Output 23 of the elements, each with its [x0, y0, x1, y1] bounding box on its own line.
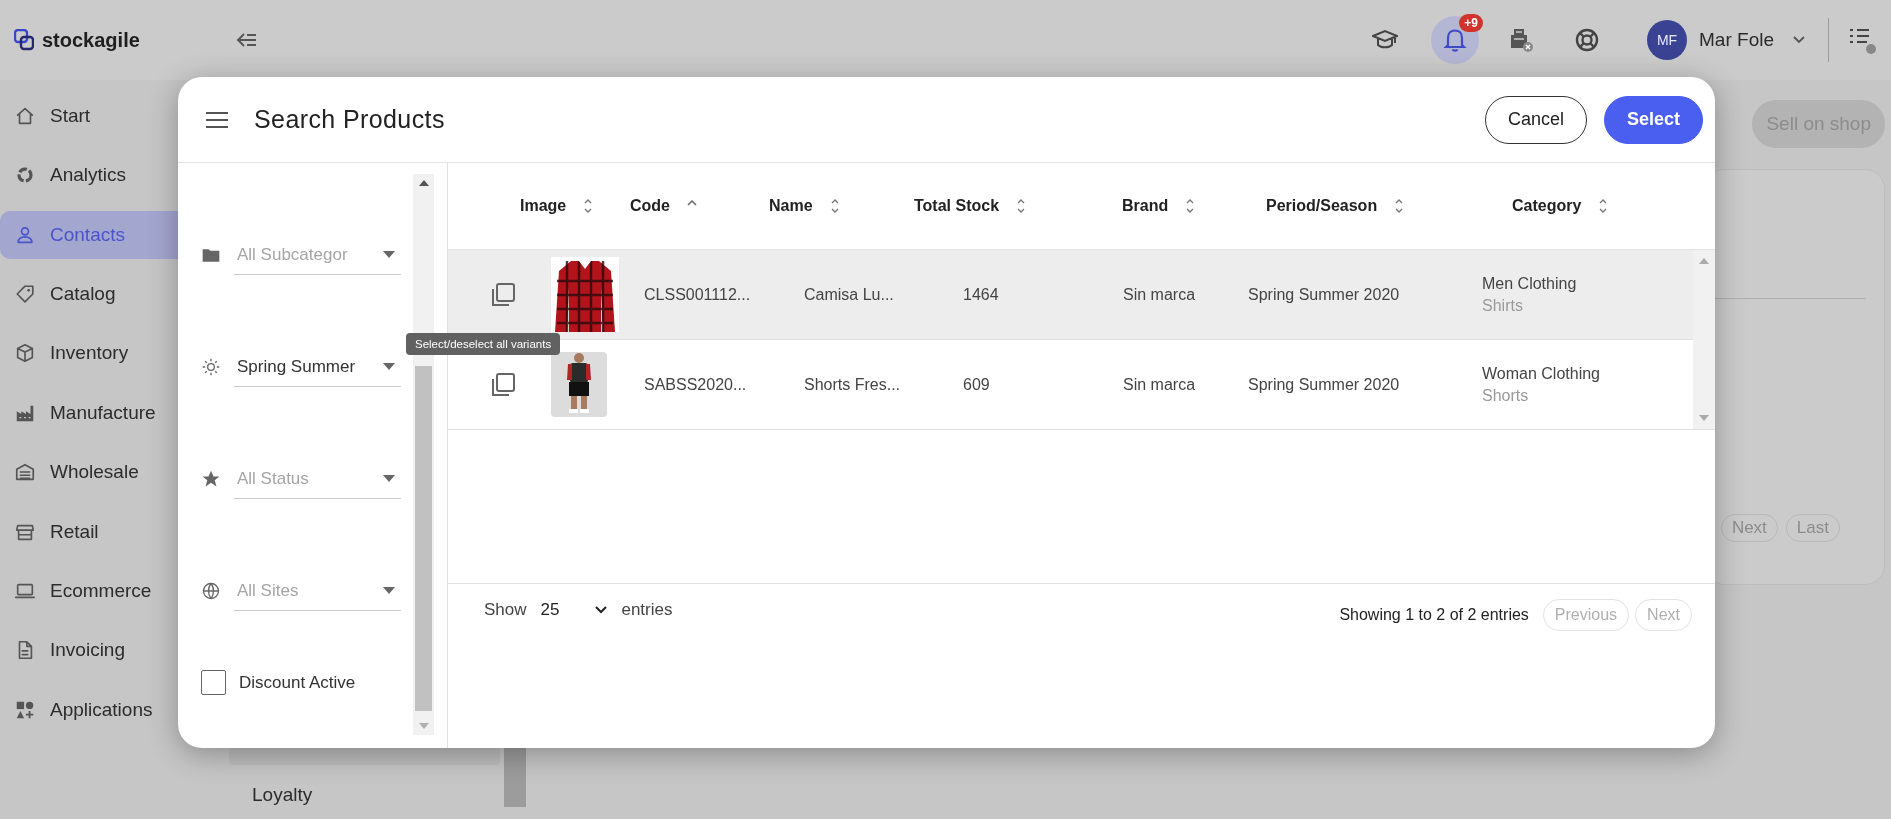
table-cell-text: Spring Summer 2020 [1247, 285, 1401, 304]
table-cell-text: 1464 [962, 285, 1000, 304]
table-cell-text: SABSS2020... [643, 375, 748, 394]
notification-badge: +9 [1459, 14, 1484, 32]
table-cell-text: Men Clothing [1482, 274, 1578, 293]
table-cell-text: Woman Clothing [1482, 364, 1601, 383]
table-cell-text: Shirts [1482, 296, 1524, 315]
table-cell-text: Sin marca [1122, 285, 1197, 304]
table-cell-text: Sin marca [1122, 375, 1197, 394]
table-cell-text: CLSS001112... [643, 285, 752, 304]
tooltip: Select/deselect all variants [406, 333, 561, 355]
table-cell-text: Spring Summer 2020 [1247, 375, 1401, 394]
entries-label: entries [621, 600, 673, 620]
table-cell-text: 609 [962, 375, 991, 394]
show-label: Show [484, 600, 527, 620]
table-cell-text: Camisa Lu... [803, 285, 895, 304]
entries-info: Showing 1 to 2 of 2 entries [1339, 606, 1529, 624]
user-avatar: MF [1647, 20, 1688, 60]
dialog-title: Search Products [254, 105, 445, 134]
checkbox-label: Discount Active [239, 672, 356, 693]
table-cell-text: Shorts Fres... [803, 375, 902, 394]
table-cell-text: Shorts [1482, 386, 1530, 405]
logo-text: stockagile [42, 28, 140, 52]
